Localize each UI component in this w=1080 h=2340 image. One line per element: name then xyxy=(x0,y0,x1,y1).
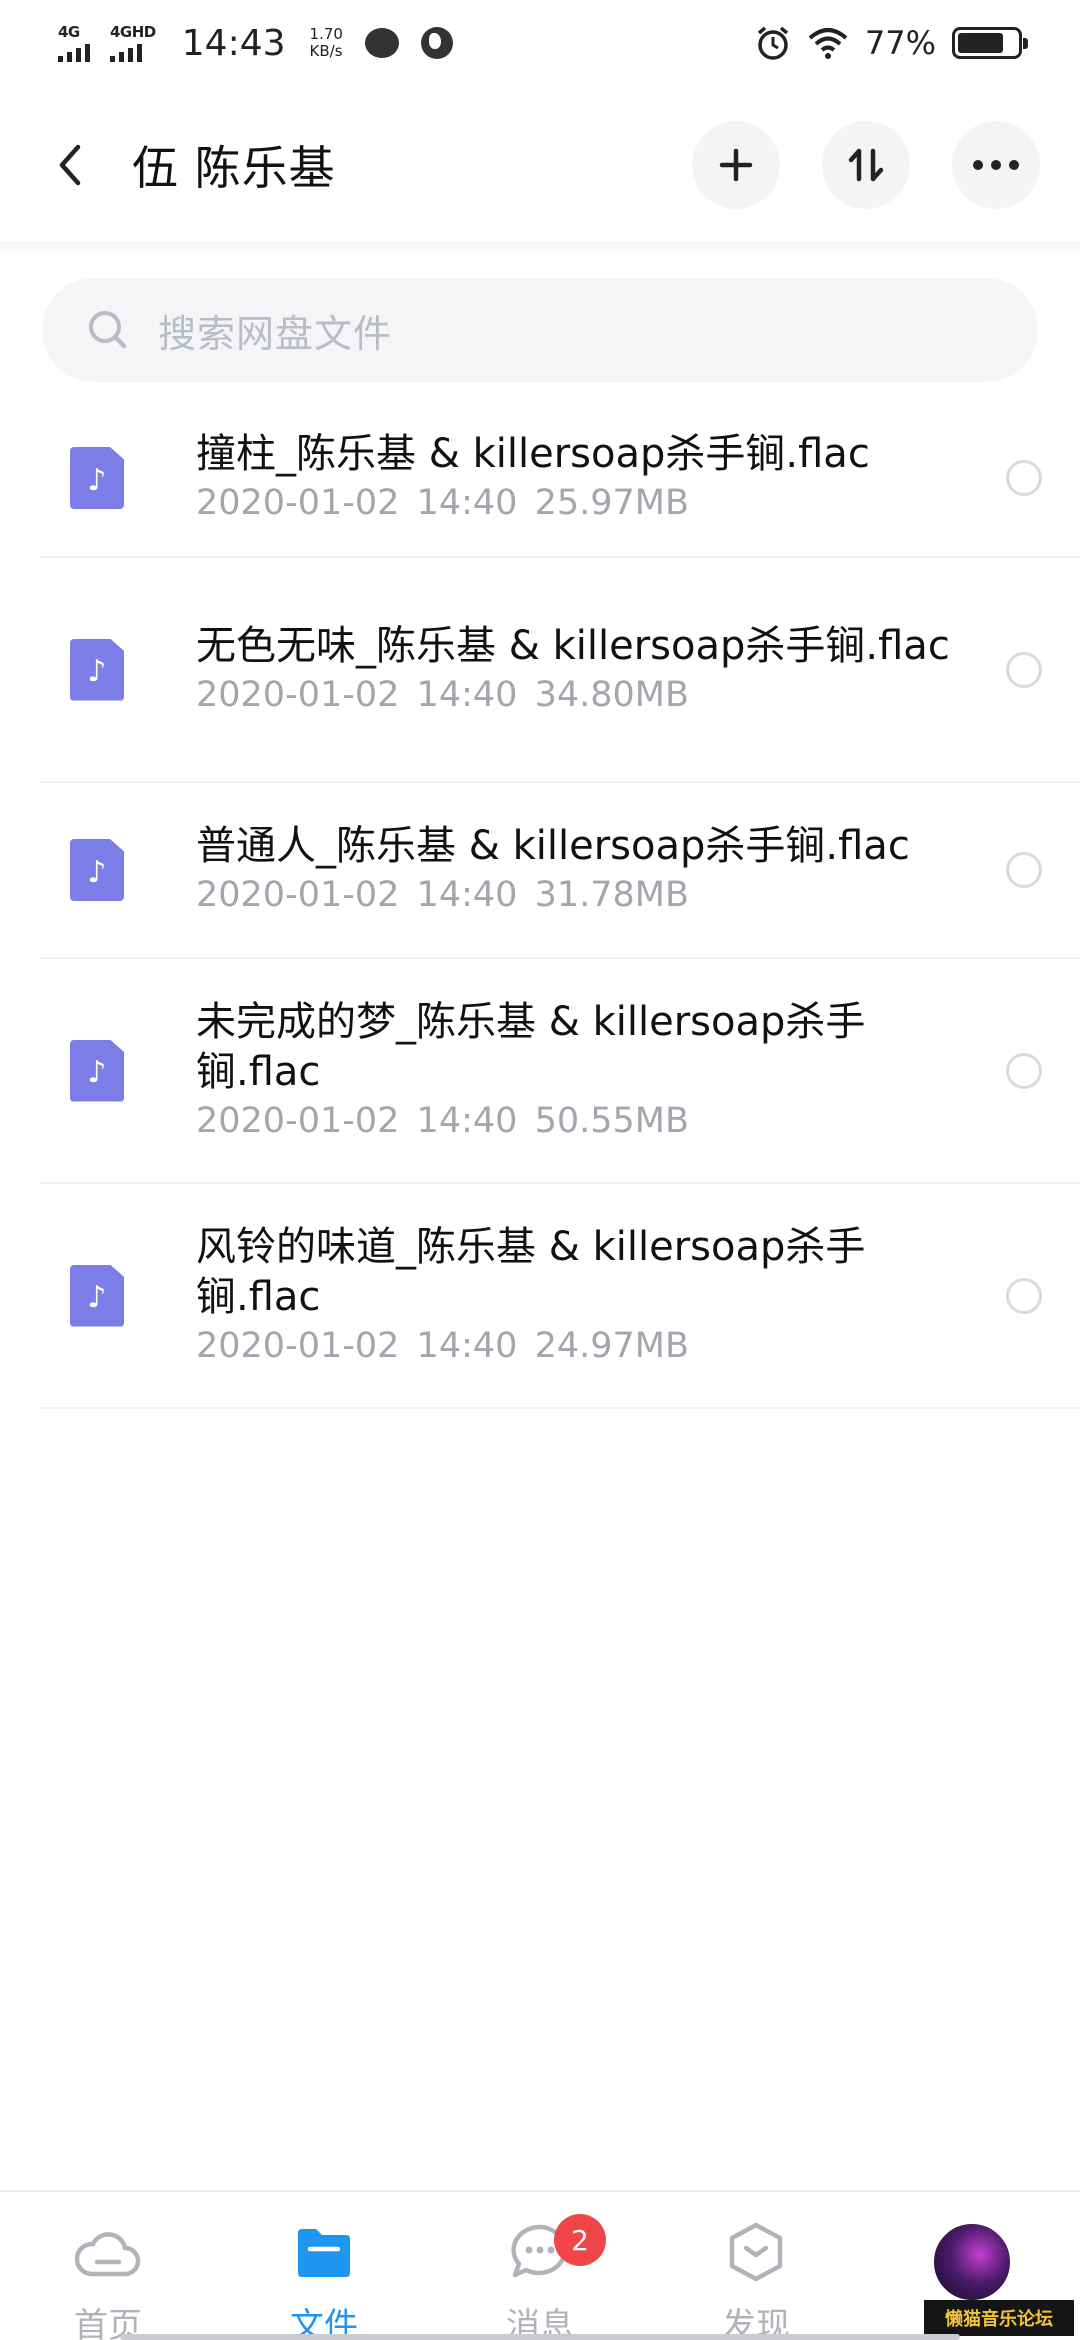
file-meta: 2020-01-02 14:40 31.78MB xyxy=(196,871,970,919)
file-list: ♪ 撞柱_陈乐基 & killersoap杀手锏.flac 2020-01-02… xyxy=(0,400,1080,1409)
nav-home[interactable]: 首页 xyxy=(38,2216,178,2340)
plus-icon xyxy=(719,148,753,182)
file-size: 25.97MB xyxy=(534,483,689,523)
file-row[interactable]: ♪ 风铃的味道_陈乐基 & killersoap杀手锏.flac 2020-01… xyxy=(40,1184,1080,1409)
screen: 4G 4GHD 14:43 1.70 KB/s 77% 伍 陈乐基 搜索网盘文件… xyxy=(0,0,1080,2340)
messages-badge: 2 xyxy=(554,2214,606,2266)
file-text: 风铃的味道_陈乐基 & killersoap杀手锏.flac 2020-01-0… xyxy=(196,1222,1080,1370)
network-speed-value: 1.70 xyxy=(309,25,343,43)
sort-button[interactable] xyxy=(822,121,910,209)
page-title: 伍 陈乐基 xyxy=(132,141,336,195)
status-bar-left: 4G 4GHD 14:43 1.70 KB/s xyxy=(58,23,453,64)
file-date: 2020-01-02 xyxy=(196,1100,400,1141)
music-file-icon: ♪ xyxy=(70,839,124,901)
nav-discover[interactable]: 发现 xyxy=(686,2216,826,2340)
home-indicator[interactable] xyxy=(120,2334,960,2340)
header-actions xyxy=(692,121,1040,209)
select-radio[interactable] xyxy=(1006,651,1042,688)
sort-icon xyxy=(848,148,884,182)
file-time: 14:40 xyxy=(416,483,518,523)
select-radio[interactable] xyxy=(1006,852,1042,888)
signal-bars-icon xyxy=(58,42,90,62)
wifi-icon xyxy=(808,28,848,59)
file-meta: 2020-01-02 14:40 34.80MB xyxy=(196,671,970,719)
add-button[interactable] xyxy=(692,121,780,209)
file-date: 2020-01-02 xyxy=(196,674,400,715)
chevron-left-icon xyxy=(59,144,81,186)
file-name: 撞柱_陈乐基 & killersoap杀手锏.flac xyxy=(196,431,870,477)
folder-icon xyxy=(288,2216,360,2288)
search-icon xyxy=(89,311,127,349)
battery-icon xyxy=(952,27,1028,59)
file-date: 2020-01-02 xyxy=(196,1325,400,1366)
signal-1: 4G xyxy=(58,24,90,62)
file-size: 24.97MB xyxy=(534,1325,689,1366)
chat-notification-icon xyxy=(364,28,399,58)
nav-files[interactable]: 文件 xyxy=(254,2216,394,2340)
cloud-icon xyxy=(72,2216,144,2288)
network-speed: 1.70 KB/s xyxy=(310,26,343,60)
file-text: 未完成的梦_陈乐基 & killersoap杀手锏.flac 2020-01-0… xyxy=(196,997,1080,1145)
more-button[interactable] xyxy=(952,121,1040,209)
file-time: 14:40 xyxy=(416,1100,518,1141)
music-file-icon: ♪ xyxy=(70,1264,124,1327)
hexagon-icon xyxy=(720,2216,792,2288)
nav-profile[interactable] xyxy=(902,2216,1042,2302)
status-time: 14:43 xyxy=(181,22,286,64)
status-bar: 4G 4GHD 14:43 1.70 KB/s 77% xyxy=(0,0,1080,86)
file-row[interactable]: ♪ 无色无味_陈乐基 & killersoap杀手锏.flac 2020-01-… xyxy=(40,558,1080,783)
file-name: 无色无味_陈乐基 & killersoap杀手锏.flac xyxy=(196,622,950,669)
file-meta: 2020-01-02 14:40 25.97MB xyxy=(196,479,970,527)
file-size: 50.55MB xyxy=(534,1100,689,1141)
alarm-icon xyxy=(757,26,788,60)
watermark: 懒猫音乐论坛 xyxy=(924,2300,1074,2336)
file-time: 14:40 xyxy=(416,875,518,915)
music-file-icon: ♪ xyxy=(70,638,124,701)
file-size: 31.78MB xyxy=(534,875,689,915)
file-meta: 2020-01-02 14:40 50.55MB xyxy=(196,1097,970,1145)
more-icon xyxy=(973,160,1019,170)
avatar xyxy=(932,2222,1012,2302)
battery-fill xyxy=(958,33,1003,53)
select-radio[interactable] xyxy=(1006,1277,1042,1314)
search-placeholder: 搜索网盘文件 xyxy=(158,311,393,356)
browser-notification-icon xyxy=(420,27,453,59)
select-radio[interactable] xyxy=(1006,460,1042,496)
status-bar-right: 77% xyxy=(755,24,1028,62)
bottom-nav: 首页 文件 2 消息 发现 xyxy=(0,2190,1080,2340)
file-row[interactable]: ♪ 普通人_陈乐基 & killersoap杀手锏.flac 2020-01-0… xyxy=(40,783,1080,959)
file-row[interactable]: ♪ 未完成的梦_陈乐基 & killersoap杀手锏.flac 2020-01… xyxy=(40,959,1080,1184)
file-text: 撞柱_陈乐基 & killersoap杀手锏.flac 2020-01-02 1… xyxy=(196,429,1080,527)
file-meta: 2020-01-02 14:40 24.97MB xyxy=(196,1322,970,1370)
header: 伍 陈乐基 xyxy=(0,100,1080,230)
signal-2-label: 4GHD xyxy=(110,23,156,41)
file-text: 无色无味_陈乐基 & killersoap杀手锏.flac 2020-01-02… xyxy=(196,621,1080,719)
network-speed-unit: KB/s xyxy=(309,42,343,60)
file-text: 普通人_陈乐基 & killersoap杀手锏.flac 2020-01-02 … xyxy=(196,821,1080,919)
search-input[interactable]: 搜索网盘文件 xyxy=(42,278,1038,382)
file-name: 普通人_陈乐基 & killersoap杀手锏.flac xyxy=(196,823,910,869)
nav-messages[interactable]: 2 消息 xyxy=(470,2214,610,2340)
select-radio[interactable] xyxy=(1006,1052,1042,1089)
battery-percent: 77% xyxy=(864,24,936,62)
signal-2: 4GHD xyxy=(110,24,156,62)
signal-bars-icon xyxy=(110,42,142,62)
file-time: 14:40 xyxy=(416,1325,518,1366)
file-name: 风铃的味道_陈乐基 & killersoap杀手锏.flac xyxy=(196,1223,866,1320)
file-size: 34.80MB xyxy=(534,674,689,715)
signal-1-label: 4G xyxy=(58,23,80,41)
file-row[interactable]: ♪ 撞柱_陈乐基 & killersoap杀手锏.flac 2020-01-02… xyxy=(40,400,1080,558)
file-time: 14:40 xyxy=(416,674,518,715)
back-button[interactable] xyxy=(50,135,90,195)
header-divider xyxy=(0,242,1080,252)
file-date: 2020-01-02 xyxy=(196,483,400,523)
music-file-icon: ♪ xyxy=(70,1039,124,1102)
file-name: 未完成的梦_陈乐基 & killersoap杀手锏.flac xyxy=(196,998,866,1095)
music-file-icon: ♪ xyxy=(70,447,124,509)
file-date: 2020-01-02 xyxy=(196,875,400,915)
